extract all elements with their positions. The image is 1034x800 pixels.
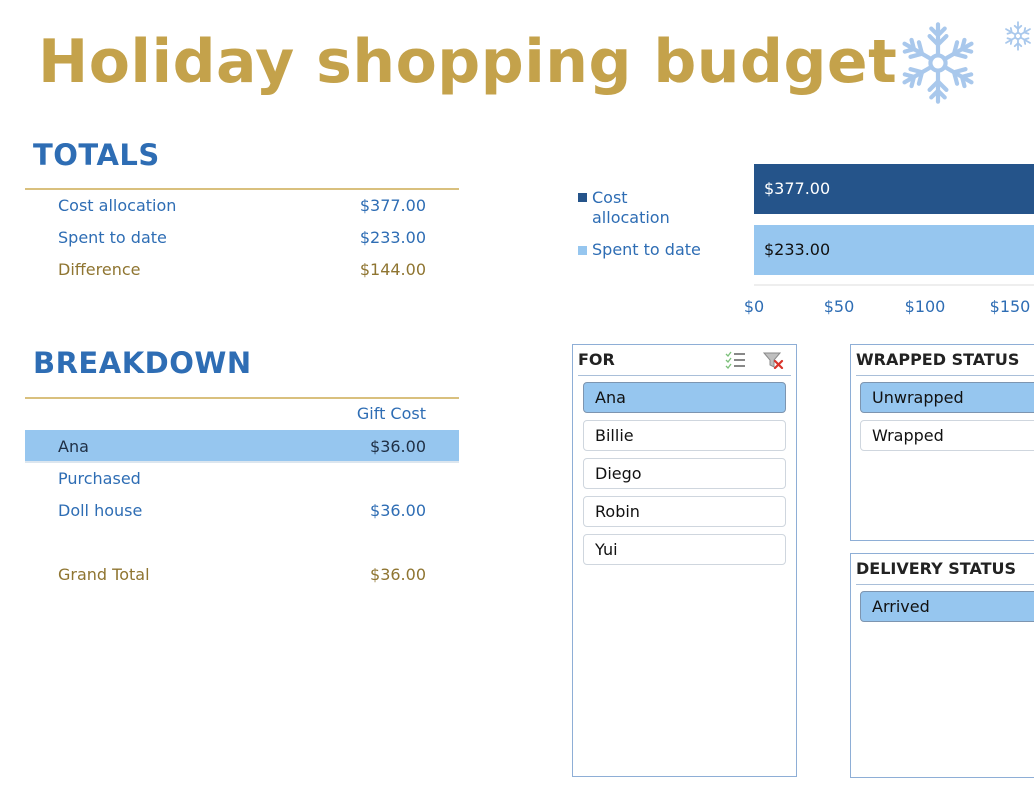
breakdown-row-label: Doll house <box>58 501 143 520</box>
cost-allocation-value: $377.00 <box>359 196 426 215</box>
chart-axis-line <box>754 284 1034 286</box>
snowflake-icon <box>1003 21 1033 51</box>
difference-label: Difference <box>58 260 141 279</box>
breakdown-divider <box>25 397 459 399</box>
x-tick-label: $50 <box>823 297 855 316</box>
totals-divider <box>25 188 459 190</box>
breakdown-row-value: $36.00 <box>370 501 426 520</box>
breakdown-row-label: Ana <box>58 437 89 456</box>
slicer-item-robin[interactable]: Robin <box>583 496 786 527</box>
totals-heading: TOTALS <box>33 138 160 172</box>
spent-to-date-value: $233.00 <box>359 228 426 247</box>
wrapped-status-slicer: WRAPPED STATUS Unwrapped Wrapped <box>850 344 1034 541</box>
x-tick-label: $150 <box>989 297 1031 316</box>
totals-bar-chart: Cost allocation Spent to date $377.00 $2… <box>560 160 1034 330</box>
delivery-status-slicer: DELIVERY STATUS Arrived <box>850 553 1034 778</box>
page-title: Holiday shopping budget <box>38 27 898 97</box>
difference-value: $144.00 <box>359 260 426 279</box>
legend-label-spent-to-date: Spent to date <box>592 240 701 259</box>
bar-data-label: $233.00 <box>764 240 831 259</box>
bar-cost-allocation: $377.00 <box>754 164 1034 214</box>
grand-total-label: Grand Total <box>58 565 150 584</box>
slicer-item-yui[interactable]: Yui <box>583 534 786 565</box>
x-tick-label: $100 <box>904 297 946 316</box>
bar-data-label: $377.00 <box>764 179 831 198</box>
snowflake-icon <box>896 22 980 108</box>
slicer-item-billie[interactable]: Billie <box>583 420 786 451</box>
for-slicer: FOR Ana Billie Diego Robin Yui <box>572 344 797 777</box>
cost-allocation-label: Cost allocation <box>58 196 177 215</box>
breakdown-row-value: $36.00 <box>370 437 426 456</box>
spent-to-date-label: Spent to date <box>58 228 167 247</box>
slicer-item-arrived[interactable]: Arrived <box>860 591 1034 622</box>
legend-swatch-spent-to-date <box>578 246 587 255</box>
slicer-header: DELIVERY STATUS <box>856 554 1034 585</box>
grand-total-value: $36.00 <box>370 565 426 584</box>
slicer-header: FOR <box>578 345 791 376</box>
slicer-title: DELIVERY STATUS <box>856 559 1017 578</box>
slicer-item-wrapped[interactable]: Wrapped <box>860 420 1034 451</box>
slicer-item-diego[interactable]: Diego <box>583 458 786 489</box>
slicer-item-ana[interactable]: Ana <box>583 382 786 413</box>
slicer-title: WRAPPED STATUS <box>856 350 1020 369</box>
legend-swatch-cost-allocation <box>578 193 587 202</box>
multi-select-icon[interactable] <box>724 351 746 369</box>
bar-spent-to-date: $233.00 <box>754 225 1034 275</box>
slicer-header: WRAPPED STATUS <box>856 345 1034 376</box>
breakdown-row-label: Purchased <box>58 469 141 488</box>
slicer-title: FOR <box>578 350 615 369</box>
gift-cost-column-header: Gift Cost <box>356 404 426 423</box>
legend-label-cost-allocation: Cost allocation <box>592 188 670 227</box>
breakdown-heading: BREAKDOWN <box>33 346 252 380</box>
x-tick-label: $0 <box>743 297 765 316</box>
slicer-item-unwrapped[interactable]: Unwrapped <box>860 382 1034 413</box>
clear-filter-icon[interactable] <box>762 351 784 369</box>
